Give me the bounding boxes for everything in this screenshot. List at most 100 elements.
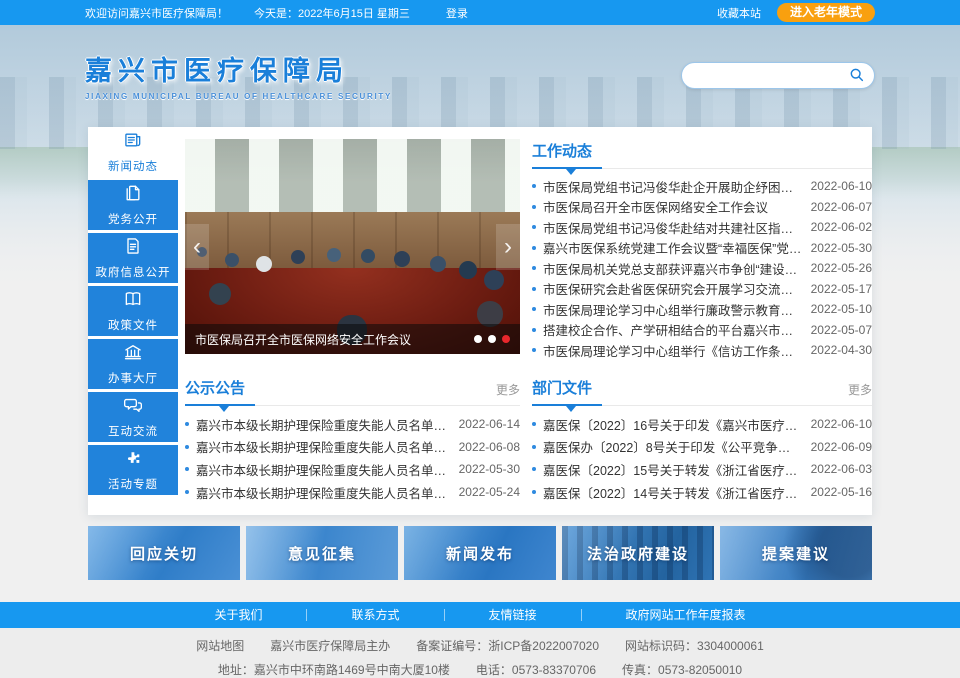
banner-proposals[interactable]: 提案建议 xyxy=(720,526,872,580)
list-item[interactable]: 嘉兴市本级长期护理保险重度失能人员名单公示（2...2022-05-30 xyxy=(185,458,520,481)
section-dept-files: 部门文件 更多 嘉医保〔2022〕16号关于印发《嘉兴市医疗保...2022-0… xyxy=(532,371,872,503)
fax-text: 传真：0573-82050010 xyxy=(622,661,742,678)
news-link[interactable]: 市医保局理论学习中心组举行廉政警示教育专题学习... xyxy=(543,300,811,319)
search-icon[interactable] xyxy=(849,67,865,83)
topbar: 欢迎访问嘉兴市医疗保障局！ 今天是：2022年6月15日 星期三 登录 收藏本站… xyxy=(0,0,960,25)
sidebar-item-party-affairs[interactable]: 党务公开 xyxy=(88,180,178,230)
list-item[interactable]: 市医保局党组书记冯俊华赴结对共建社区指导全国文...2022-06-02 xyxy=(532,217,872,238)
list-item[interactable]: 嘉兴市本级长期护理保险重度失能人员名单公示（2...2022-06-14 xyxy=(185,413,520,436)
news-link[interactable]: 市医保局机关党总支部获评嘉兴市争创“建设清廉机... xyxy=(543,259,811,278)
sidebar-item-gov-info[interactable]: 政府信息公开 xyxy=(88,233,178,283)
list-item[interactable]: 嘉兴市本级长期护理保险重度失能人员名单公示（2...2022-05-24 xyxy=(185,481,520,504)
search-box[interactable] xyxy=(681,62,875,89)
more-link[interactable]: 更多 xyxy=(496,381,520,405)
news-link[interactable]: 嘉兴市本级长期护理保险重度失能人员名单公示（2... xyxy=(196,483,459,502)
page: 欢迎访问嘉兴市医疗保障局！ 今天是：2022年6月15日 星期三 登录 收藏本站… xyxy=(0,0,960,678)
list-item[interactable]: 搭建校企合作、产学研相结合的平台嘉兴市长期护理...2022-05-07 xyxy=(532,320,872,341)
carousel-dot[interactable] xyxy=(488,335,496,343)
list-item[interactable]: 嘉兴市医保系统党建工作会议暨“幸福医保”党建联...2022-05-30 xyxy=(532,238,872,259)
news-date: 2022-05-07 xyxy=(811,323,872,337)
footer-nav-contact[interactable]: 联系方式 xyxy=(307,602,443,628)
news-link[interactable]: 市医保局党组书记冯俊华赴结对共建社区指导全国文... xyxy=(543,218,811,237)
banner-label: 意见征集 xyxy=(288,543,356,564)
favorite-link[interactable]: 收藏本站 xyxy=(717,5,761,21)
section-title: 公示公告 xyxy=(185,377,245,405)
carousel-caption[interactable]: 市医保局召开全市医保网络安全工作会议 xyxy=(195,331,466,348)
section-title: 部门文件 xyxy=(532,377,592,405)
bullet-icon xyxy=(185,467,189,471)
quick-link-banners: 回应关切 意见征集 新闻发布 法治政府建设 提案建议 xyxy=(88,526,872,580)
news-link[interactable]: 市医保局理论学习中心组举行《信访工作条例》专题... xyxy=(543,341,811,360)
carousel-dot[interactable] xyxy=(474,335,482,343)
section-work-news: 工作动态 市医保局党组书记冯俊华赴企开展助企纾困活动2022-06-10 市医保… xyxy=(532,139,872,371)
sitemap-link[interactable]: 网站地图 xyxy=(196,637,244,654)
banner-opinion-collection[interactable]: 意见征集 xyxy=(246,526,398,580)
bullet-icon xyxy=(532,445,536,449)
login-link[interactable]: 登录 xyxy=(446,5,468,21)
bullet-icon xyxy=(185,422,189,426)
elder-mode-button[interactable]: 进入老年模式 xyxy=(777,3,875,22)
puzzle-icon xyxy=(123,448,143,473)
list-item[interactable]: 市医保研究会赴省医保研究会开展学习交流活动2022-05-17 xyxy=(532,279,872,300)
more-link[interactable]: 更多 xyxy=(848,381,872,405)
news-link[interactable]: 市医保局召开全市医保网络安全工作会议 xyxy=(543,197,811,216)
news-link[interactable]: 嘉兴市本级长期护理保险重度失能人员名单公示（2... xyxy=(196,415,459,434)
list-item[interactable]: 市医保局召开全市医保网络安全工作会议2022-06-07 xyxy=(532,197,872,218)
news-link[interactable]: 嘉兴市本级长期护理保险重度失能人员名单公示（2... xyxy=(196,437,459,456)
list-item[interactable]: 市医保局党组书记冯俊华赴企开展助企纾困活动2022-06-10 xyxy=(532,176,872,197)
list-item[interactable]: 嘉医保〔2022〕14号关于转发《浙江省医疗保...2022-05-16 xyxy=(532,481,872,504)
list-item[interactable]: 市医保局机关党总支部获评嘉兴市争创“建设清廉机...2022-05-26 xyxy=(532,258,872,279)
section-header: 工作动态 xyxy=(532,139,872,169)
date-text: 今天是：2022年6月15日 星期三 xyxy=(254,5,410,21)
list-item[interactable]: 嘉医保办〔2022〕8号关于印发《公平竞争审查...2022-06-09 xyxy=(532,436,872,459)
list-item[interactable]: 市医保局理论学习中心组举行廉政警示教育专题学习...2022-05-10 xyxy=(532,299,872,320)
site-subtitle: JIAXING MUNICIPAL BUREAU OF HEALTHCARE S… xyxy=(85,92,392,101)
news-link[interactable]: 嘉医保〔2022〕15号关于转发《浙江省医疗保... xyxy=(543,460,811,479)
news-link[interactable]: 嘉医保〔2022〕16号关于印发《嘉兴市医疗保... xyxy=(543,415,811,434)
carousel-next-button[interactable] xyxy=(496,224,520,270)
dept-files-list: 嘉医保〔2022〕16号关于印发《嘉兴市医疗保...2022-06-10 嘉医保… xyxy=(532,413,872,503)
site-logo[interactable]: 嘉兴市医疗保障局 JIAXING MUNICIPAL BUREAU OF HEA… xyxy=(85,49,392,101)
sidebar-item-label: 党务公开 xyxy=(108,211,158,227)
carousel-prev-button[interactable] xyxy=(185,224,209,270)
sidebar-item-policy-files[interactable]: 政策文件 xyxy=(88,286,178,336)
bullet-icon xyxy=(532,307,536,311)
news-link[interactable]: 嘉兴市医保系统党建工作会议暨“幸福医保”党建联... xyxy=(543,238,811,257)
sidebar-item-special-topics[interactable]: 活动专题 xyxy=(88,445,178,495)
list-item[interactable]: 嘉医保〔2022〕15号关于转发《浙江省医疗保...2022-06-03 xyxy=(532,458,872,481)
news-link[interactable]: 嘉医保办〔2022〕8号关于印发《公平竞争审查... xyxy=(543,437,811,456)
news-date: 2022-06-08 xyxy=(459,440,520,454)
list-item[interactable]: 嘉兴市本级长期护理保险重度失能人员名单公示（2...2022-06-08 xyxy=(185,436,520,459)
section-notices: 公示公告 更多 嘉兴市本级长期护理保险重度失能人员名单公示（2...2022-0… xyxy=(185,371,520,503)
footer-nav-links[interactable]: 友情链接 xyxy=(445,602,581,628)
site-code-text: 网站标识码：3304000061 xyxy=(625,637,764,654)
bullet-icon xyxy=(532,266,536,270)
bank-icon xyxy=(123,342,143,367)
news-link[interactable]: 市医保研究会赴省医保研究会开展学习交流活动 xyxy=(543,279,811,298)
sidebar-item-label: 新闻动态 xyxy=(108,158,158,174)
news-date: 2022-05-10 xyxy=(811,302,872,316)
sidebar-item-news[interactable]: 新闻动态 xyxy=(88,127,178,177)
footer-nav-annual-report[interactable]: 政府网站工作年度报表 xyxy=(582,602,790,628)
banner-rule-of-law[interactable]: 法治政府建设 xyxy=(562,526,714,580)
news-link[interactable]: 嘉医保〔2022〕14号关于转发《浙江省医疗保... xyxy=(543,483,811,502)
sidebar-item-service-hall[interactable]: 办事大厅 xyxy=(88,339,178,389)
sidebar-item-interaction[interactable]: 互动交流 xyxy=(88,392,178,442)
news-link[interactable]: 搭建校企合作、产学研相结合的平台嘉兴市长期护理... xyxy=(543,320,811,339)
list-item[interactable]: 嘉医保〔2022〕16号关于印发《嘉兴市医疗保...2022-06-10 xyxy=(532,413,872,436)
footer-line-1: 网站地图 嘉兴市医疗保障局主办 备案证编号：浙ICP备2022007020 网站… xyxy=(0,637,960,654)
bullet-icon xyxy=(532,348,536,352)
search-input[interactable] xyxy=(691,68,849,82)
banner-respond-concerns[interactable]: 回应关切 xyxy=(88,526,240,580)
section-header: 部门文件 更多 xyxy=(532,376,872,406)
address-text: 地址：嘉兴市中环南路1469号中南大厦10楼 xyxy=(218,661,450,678)
sidebar-item-label: 办事大厅 xyxy=(108,370,158,386)
banner-news-release[interactable]: 新闻发布 xyxy=(404,526,556,580)
list-item[interactable]: 市医保局理论学习中心组举行《信访工作条例》专题...2022-04-30 xyxy=(532,340,872,361)
news-link[interactable]: 市医保局党组书记冯俊华赴企开展助企纾困活动 xyxy=(543,177,811,196)
news-carousel[interactable]: 市医保局召开全市医保网络安全工作会议 xyxy=(185,139,520,354)
carousel-dot-active[interactable] xyxy=(502,335,510,343)
news-link[interactable]: 嘉兴市本级长期护理保险重度失能人员名单公示（2... xyxy=(196,460,459,479)
site-header: 嘉兴市医疗保障局 JIAXING MUNICIPAL BUREAU OF HEA… xyxy=(0,25,960,125)
footer-nav-about[interactable]: 关于我们 xyxy=(170,602,306,628)
